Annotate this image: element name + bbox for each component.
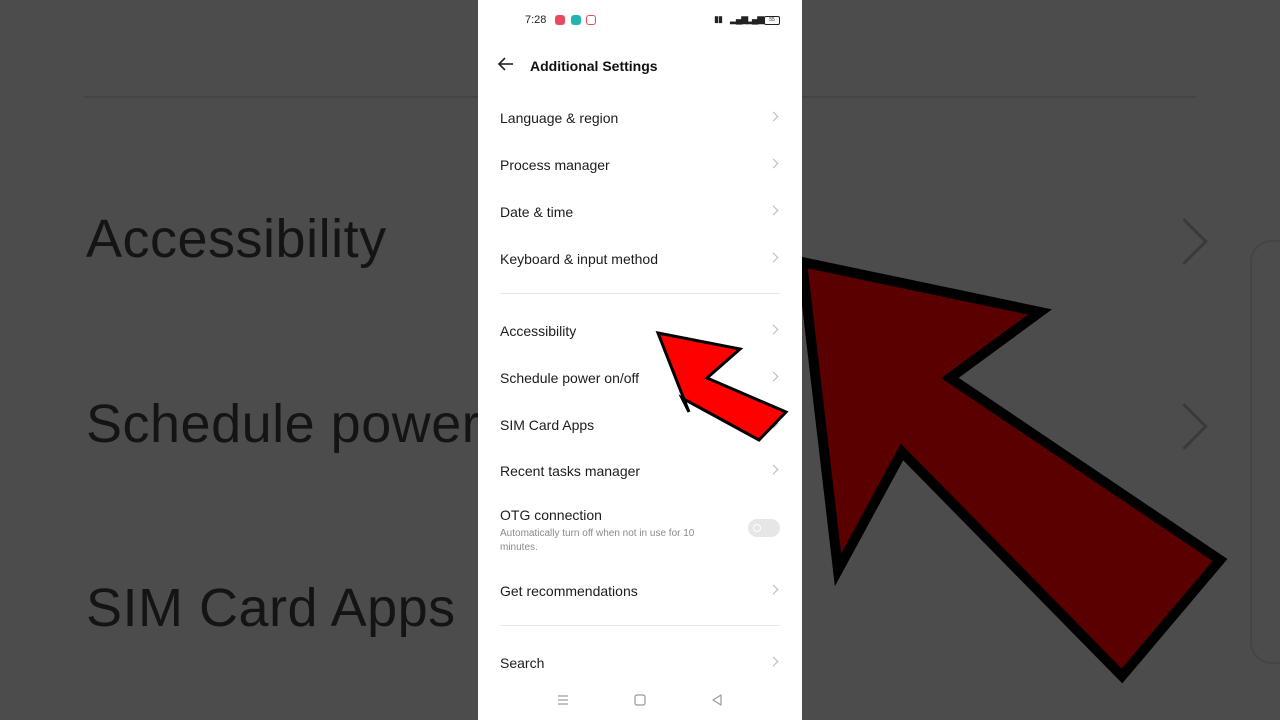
chevron-right-icon	[768, 158, 779, 169]
chevron-right-icon	[768, 656, 779, 667]
toggle-knob	[753, 524, 761, 532]
settings-item-label: Schedule power on/off	[500, 370, 640, 386]
settings-item-label: Accessibility	[500, 323, 577, 339]
settings-item-label: Language & region	[500, 110, 619, 126]
tiktok-icon	[586, 15, 596, 25]
settings-item-label: OTG connection	[500, 507, 602, 523]
signal-icon: ▂▄▆	[746, 14, 764, 24]
background-chevron-icon	[1161, 403, 1208, 450]
menu-icon[interactable]	[555, 692, 571, 708]
settings-item-accessibility[interactable]: Accessibility	[478, 308, 802, 354]
settings-item-description: Automatically turn off when not in use f…	[500, 528, 695, 553]
settings-item-schedule-power[interactable]: Schedule power on/off	[478, 355, 802, 401]
square-icon[interactable]	[632, 692, 648, 708]
background-side-panel	[1250, 240, 1280, 664]
background-row-sim-card-apps: SIM Card Apps	[86, 578, 456, 638]
status-time: 7:28	[525, 14, 547, 26]
chevron-right-icon	[768, 464, 779, 475]
settings-item-label: Search	[500, 655, 545, 671]
arrow-left-icon[interactable]	[496, 54, 516, 74]
chevron-right-icon	[768, 371, 779, 382]
settings-item-label: Get recommendations	[500, 583, 638, 599]
settings-item-label: Recent tasks manager	[500, 463, 641, 479]
chevron-right-icon	[768, 252, 779, 263]
otg-toggle[interactable]	[748, 519, 780, 537]
navigation-bar	[478, 680, 802, 720]
background-chevron-icon	[1161, 218, 1208, 265]
status-bar: 7:28 ▮▮ ▂▄▆ ▂▄▆ 55	[478, 0, 802, 40]
signal-icon: ▂▄▆	[730, 14, 748, 24]
battery-icon: 55	[764, 16, 780, 25]
volte-icon: ▮▮	[714, 14, 723, 24]
settings-item-label: Process manager	[500, 157, 610, 173]
page-title: Additional Settings	[530, 58, 658, 74]
notification-icon	[571, 15, 581, 25]
chevron-right-icon	[768, 584, 779, 595]
settings-item-label: SIM Card Apps	[500, 417, 595, 433]
background-row-accessibility: Accessibility	[86, 209, 387, 269]
settings-item-label: Date & time	[500, 204, 574, 220]
settings-item-otg-connection: OTG connection Automatically turn off wh…	[478, 499, 802, 561]
chevron-right-icon	[768, 324, 779, 335]
page-header: Additional Settings	[478, 46, 802, 86]
phone-screen: 7:28 ▮▮ ▂▄▆ ▂▄▆ 55 Additional Settings L…	[478, 0, 802, 720]
settings-item-recent-tasks[interactable]: Recent tasks manager	[478, 448, 802, 494]
section-divider	[500, 293, 780, 294]
settings-item-keyboard-input[interactable]: Keyboard & input method	[478, 236, 802, 282]
settings-item-get-recommendations[interactable]: Get recommendations	[478, 568, 802, 614]
triangle-back-icon[interactable]	[709, 692, 725, 708]
background-row-schedule-power: Schedule power	[86, 394, 481, 454]
settings-item-label: Keyboard & input method	[500, 251, 658, 267]
settings-item-language-region[interactable]: Language & region	[478, 95, 802, 141]
chevron-right-icon	[768, 418, 779, 429]
settings-item-date-time[interactable]: Date & time	[478, 189, 802, 235]
chevron-right-icon	[768, 205, 779, 216]
chevron-right-icon	[768, 111, 779, 122]
section-divider	[500, 625, 780, 626]
settings-item-process-manager[interactable]: Process manager	[478, 142, 802, 188]
settings-item-sim-card-apps[interactable]: SIM Card Apps	[478, 402, 802, 448]
notification-icon	[555, 15, 565, 25]
